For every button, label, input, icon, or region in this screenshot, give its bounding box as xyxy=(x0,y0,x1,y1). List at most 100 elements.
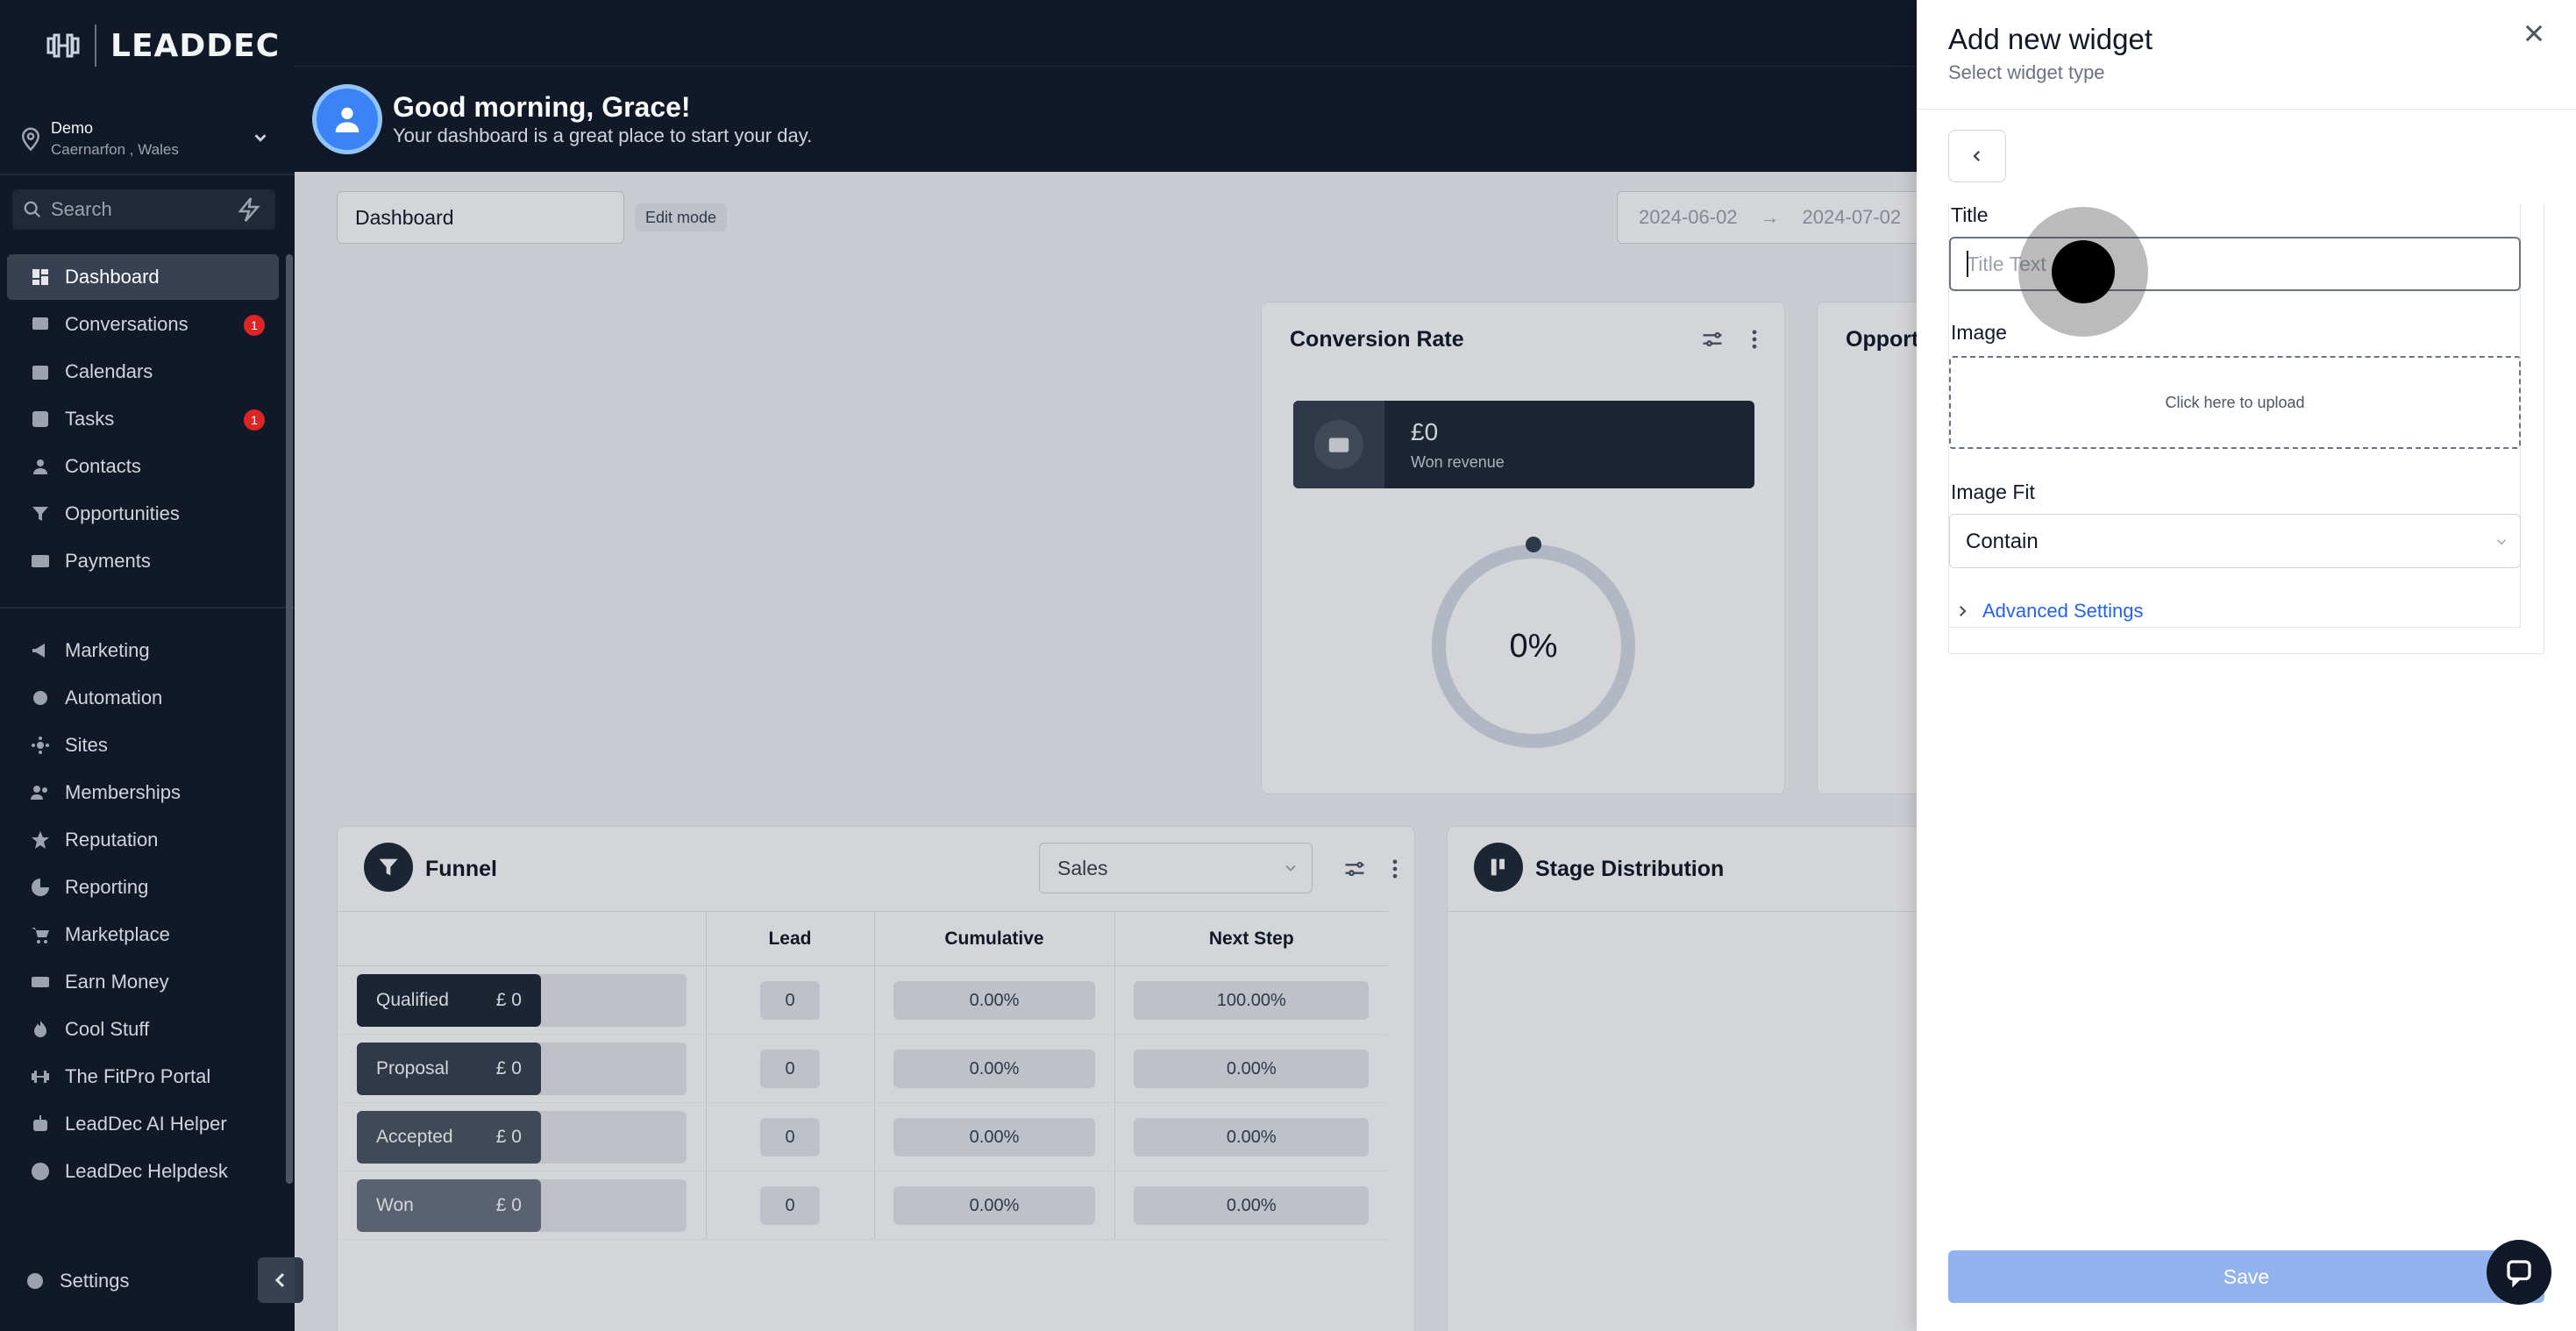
flame-icon xyxy=(34,1021,46,1037)
location-name: Demo xyxy=(51,118,94,137)
text-caret xyxy=(1967,251,1968,277)
sidebar-item-automation[interactable]: Automation xyxy=(7,675,279,721)
gear-icon xyxy=(27,1273,43,1289)
chat-icon xyxy=(32,317,48,330)
save-button[interactable]: Save xyxy=(1948,1250,2544,1303)
chevron-left-icon xyxy=(274,1272,285,1288)
chat-widget-button[interactable] xyxy=(2487,1240,2551,1305)
sidebar-item-label: Earn Money xyxy=(65,971,169,993)
money-icon xyxy=(32,977,49,987)
star-icon xyxy=(32,831,49,849)
brand-name: LEADDEC xyxy=(110,27,281,64)
sidebar-item-reputation[interactable]: Reputation xyxy=(7,817,279,863)
robot-icon xyxy=(33,1115,47,1131)
drawer-subtitle: Select widget type xyxy=(1948,61,2105,83)
image-upload-dropzone[interactable]: Click here to upload xyxy=(1949,356,2521,449)
sidebar-item-label: Dashboard xyxy=(65,266,160,288)
sidebar-item-earn-money[interactable]: Earn Money xyxy=(7,959,279,1005)
avatar[interactable] xyxy=(312,84,382,154)
info-icon xyxy=(32,1163,49,1180)
drawer-divider xyxy=(1917,109,2576,110)
close-icon[interactable] xyxy=(2522,21,2546,46)
chat-bubble-icon xyxy=(2507,1260,2531,1288)
modal-backdrop[interactable] xyxy=(295,172,1917,1331)
memberships-icon xyxy=(31,786,47,800)
sites-icon xyxy=(32,737,49,754)
sidebar-item-cool-stuff[interactable]: Cool Stuff xyxy=(7,1007,279,1052)
sidebar-item-label: Tasks xyxy=(65,408,115,430)
click-indicator-dot xyxy=(2052,240,2115,303)
sidebar-item-label: Reputation xyxy=(65,829,159,851)
sidebar-item-label: Sites xyxy=(65,734,108,756)
sidebar-scrollbar[interactable] xyxy=(286,254,293,1184)
user-avatar-icon xyxy=(335,107,359,132)
credit-card-icon xyxy=(32,555,49,567)
sidebar-item-helpdesk[interactable]: LeadDec Helpdesk xyxy=(7,1149,279,1194)
sidebar-item-label: Opportunities xyxy=(65,502,180,524)
chevron-left-icon xyxy=(1973,150,1981,162)
dumbbell-icon xyxy=(32,1071,49,1083)
chevron-down-icon xyxy=(254,134,267,142)
sidebar-item-label: Marketing xyxy=(65,639,150,661)
sidebar-item-payments[interactable]: Payments xyxy=(7,538,279,584)
filter-icon xyxy=(32,507,48,521)
location-switcher[interactable]: Demo Caernarfon , Wales xyxy=(18,114,281,163)
chevron-down-icon xyxy=(2496,539,2507,545)
sidebar-item-calendars[interactable]: Calendars xyxy=(7,349,279,395)
sidebar-divider xyxy=(0,607,295,609)
advanced-settings-label: Advanced Settings xyxy=(1982,600,2144,622)
chevron-right-icon xyxy=(1959,605,1967,617)
sidebar-item-fitpro-portal[interactable]: The FitPro Portal xyxy=(7,1054,279,1100)
sidebar-item-label: Memberships xyxy=(65,781,181,803)
sidebar-item-contacts[interactable]: Contacts xyxy=(7,444,279,489)
sidebar-item-label: Contacts xyxy=(65,455,141,477)
sidebar-item-conversations[interactable]: Conversations 1 xyxy=(7,302,279,347)
image-fit-field-label: Image Fit xyxy=(1951,480,2035,503)
sidebar-item-label: The FitPro Portal xyxy=(65,1065,211,1087)
search-input[interactable]: Search xyxy=(12,189,275,230)
chart-icon xyxy=(32,879,49,896)
sidebar: LEADDEC Demo Caernarfon , Wales Search D… xyxy=(0,0,303,1331)
sidebar-item-label: Marketplace xyxy=(65,923,170,945)
logo-divider xyxy=(95,25,96,67)
sidebar-item-label: Cool Stuff xyxy=(65,1018,150,1040)
sidebar-item-memberships[interactable]: Memberships xyxy=(7,770,279,815)
title-field-label: Title xyxy=(1951,203,1989,226)
sidebar-item-marketplace[interactable]: Marketplace xyxy=(7,912,279,957)
sidebar-divider xyxy=(0,174,295,175)
cart-icon xyxy=(32,928,49,943)
image-fit-select[interactable]: Contain xyxy=(1949,514,2521,568)
search-icon xyxy=(24,201,41,218)
brand-logo[interactable]: LEADDEC xyxy=(46,25,280,67)
search-placeholder: Search xyxy=(51,198,112,220)
sidebar-item-label: LeadDec Helpdesk xyxy=(65,1160,228,1182)
primary-nav: Dashboard Conversations 1 Calendars Task… xyxy=(7,254,279,586)
sidebar-item-reporting[interactable]: Reporting xyxy=(7,865,279,910)
secondary-nav: Marketing Automation Sites Memberships R… xyxy=(7,628,279,1196)
back-button[interactable] xyxy=(1948,130,2006,182)
greeting-title: Good morning, Grace! xyxy=(393,91,691,123)
settings-label: Settings xyxy=(60,1270,130,1292)
sidebar-item-opportunities[interactable]: Opportunities xyxy=(7,491,279,537)
sidebar-item-label: Reporting xyxy=(65,876,149,898)
sidebar-item-settings[interactable]: Settings xyxy=(25,1270,130,1292)
sidebar-item-tasks[interactable]: Tasks 1 xyxy=(7,396,279,442)
sidebar-item-label: Payments xyxy=(65,550,151,572)
user-icon xyxy=(33,459,47,474)
megaphone-icon xyxy=(32,644,45,658)
tasks-badge: 1 xyxy=(244,409,265,431)
quick-action-bolt-icon[interactable] xyxy=(233,196,263,223)
advanced-settings-toggle[interactable]: Advanced Settings xyxy=(1954,600,2143,623)
calendar-icon xyxy=(32,366,48,380)
sidebar-item-label: Automation xyxy=(65,687,163,708)
sidebar-item-ai-helper[interactable]: LeadDec AI Helper xyxy=(7,1101,279,1147)
sidebar-item-label: Calendars xyxy=(65,360,153,382)
checkbox-icon xyxy=(32,411,48,427)
add-widget-drawer: Add new widget Select widget type Title … xyxy=(1917,0,2576,1331)
greeting-subtitle: Your dashboard is a great place to start… xyxy=(393,125,813,146)
dumbbell-logo-icon xyxy=(46,33,80,58)
sidebar-item-marketing[interactable]: Marketing xyxy=(7,628,279,673)
sidebar-item-sites[interactable]: Sites xyxy=(7,722,279,768)
sidebar-item-label: Conversations xyxy=(65,313,189,335)
sidebar-item-dashboard[interactable]: Dashboard xyxy=(7,254,279,300)
